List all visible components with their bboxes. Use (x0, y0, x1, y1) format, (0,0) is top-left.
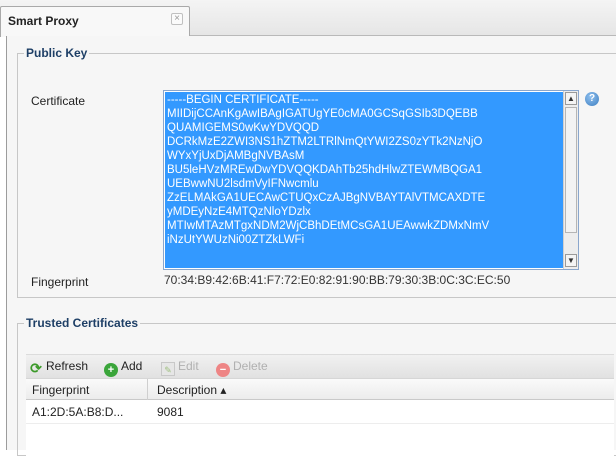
certificate-line: WYxYjUxDjAMBgNVBAsM (167, 150, 305, 162)
certificate-line: BU5leHVzMREwDwYDVQQKDAhTb25hdHlwZTEWMBQG… (167, 164, 483, 176)
column-separator[interactable] (147, 379, 148, 400)
refresh-icon: ⟳ (30, 360, 42, 376)
certificate-line: MIIDijCCAnKgAwIBAgIGATUgYE0cMA0GCSqGSIb3… (167, 108, 478, 120)
certificate-line: QUAMIGEMS0wKwYDVQQD (167, 122, 320, 134)
scroll-up-icon[interactable]: ▲ (565, 92, 577, 105)
certificate-textarea[interactable]: -----BEGIN CERTIFICATE----- MIIDijCCAnKgA… (163, 90, 579, 270)
add-button[interactable]: + Add (104, 359, 142, 377)
tab-smart-proxy[interactable]: Smart Proxy × (0, 6, 190, 37)
grid-toolbar: ⟳ Refresh + Add ✎ Edit − Delete (26, 354, 614, 378)
edit-label: Edit (178, 359, 199, 373)
certificate-line: UEBwwNU2lsdmVyIFNwcmlu (167, 178, 319, 190)
column-header-fingerprint[interactable]: Fingerprint (32, 383, 89, 397)
refresh-label: Refresh (46, 359, 89, 373)
table-row[interactable]: A1:2D:5A:B8:D... 9081 (26, 400, 614, 424)
trusted-certificates-group: Trusted Certificates ⟳ Refresh + Add ✎ Edit… (17, 316, 616, 470)
certificate-label: Certificate (31, 94, 86, 108)
public-key-group: Public Key Certificate -----BEGIN CERTIF… (17, 46, 616, 298)
add-icon: + (104, 363, 118, 377)
grid-body: A1:2D:5A:B8:D... 9081 (26, 400, 614, 470)
certificate-line: -----BEGIN CERTIFICATE----- (167, 94, 319, 106)
public-key-legend: Public Key (26, 46, 88, 60)
column-header-description[interactable]: Description ▴ (157, 383, 226, 397)
add-label: Add (121, 359, 143, 373)
fingerprint-value: 70:34:B9:42:6B:41:F7:72:E0:82:91:90:BB:7… (164, 273, 511, 287)
trusted-certificates-legend: Trusted Certificates (26, 316, 139, 330)
delete-label: Delete (233, 359, 268, 373)
certificate-line: yMDEyNzE4MTQzNloYDzlx (167, 206, 311, 218)
certificate-line: iNzUtYWUzNi00ZTZkLWFi (167, 234, 305, 246)
certificate-line: DCRkMzE2ZWI3NS1hZTM2LTRlNmQtYWI2ZS0zYTk2… (167, 136, 483, 148)
grid-header: Fingerprint Description ▴ (26, 378, 614, 400)
refresh-button[interactable]: ⟳ Refresh (29, 359, 88, 375)
certificate-text[interactable]: -----BEGIN CERTIFICATE----- MIIDijCCAnKgA… (165, 92, 563, 268)
edit-button[interactable]: ✎ Edit (161, 359, 199, 376)
close-icon[interactable]: × (171, 13, 183, 25)
delete-icon: − (216, 363, 230, 377)
scroll-down-icon[interactable]: ▼ (565, 254, 577, 267)
tab-title: Smart Proxy (8, 14, 79, 28)
delete-button[interactable]: − Delete (216, 359, 268, 377)
help-icon[interactable]: ? (585, 92, 599, 106)
certificate-scrollbar[interactable]: ▲ ▼ (563, 91, 578, 269)
main-content: Public Key Certificate -----BEGIN CERTIF… (6, 36, 616, 470)
certificate-line: ZzELMAkGA1UECAwCTUQxCzAJBgNVBAYTAlVTMCAX… (167, 192, 486, 204)
fingerprint-label: Fingerprint (31, 275, 89, 289)
scroll-thumb[interactable] (565, 107, 577, 233)
edit-icon: ✎ (161, 362, 175, 376)
certificate-line: MTIwMTAzMTgxNDM2WjCBhDEtMCsGA1UEAwwkZDMx… (167, 220, 490, 232)
cell-description: 9081 (157, 405, 184, 419)
tab-strip: Smart Proxy × (0, 0, 616, 37)
cell-fingerprint: A1:2D:5A:B8:D... (32, 405, 124, 419)
